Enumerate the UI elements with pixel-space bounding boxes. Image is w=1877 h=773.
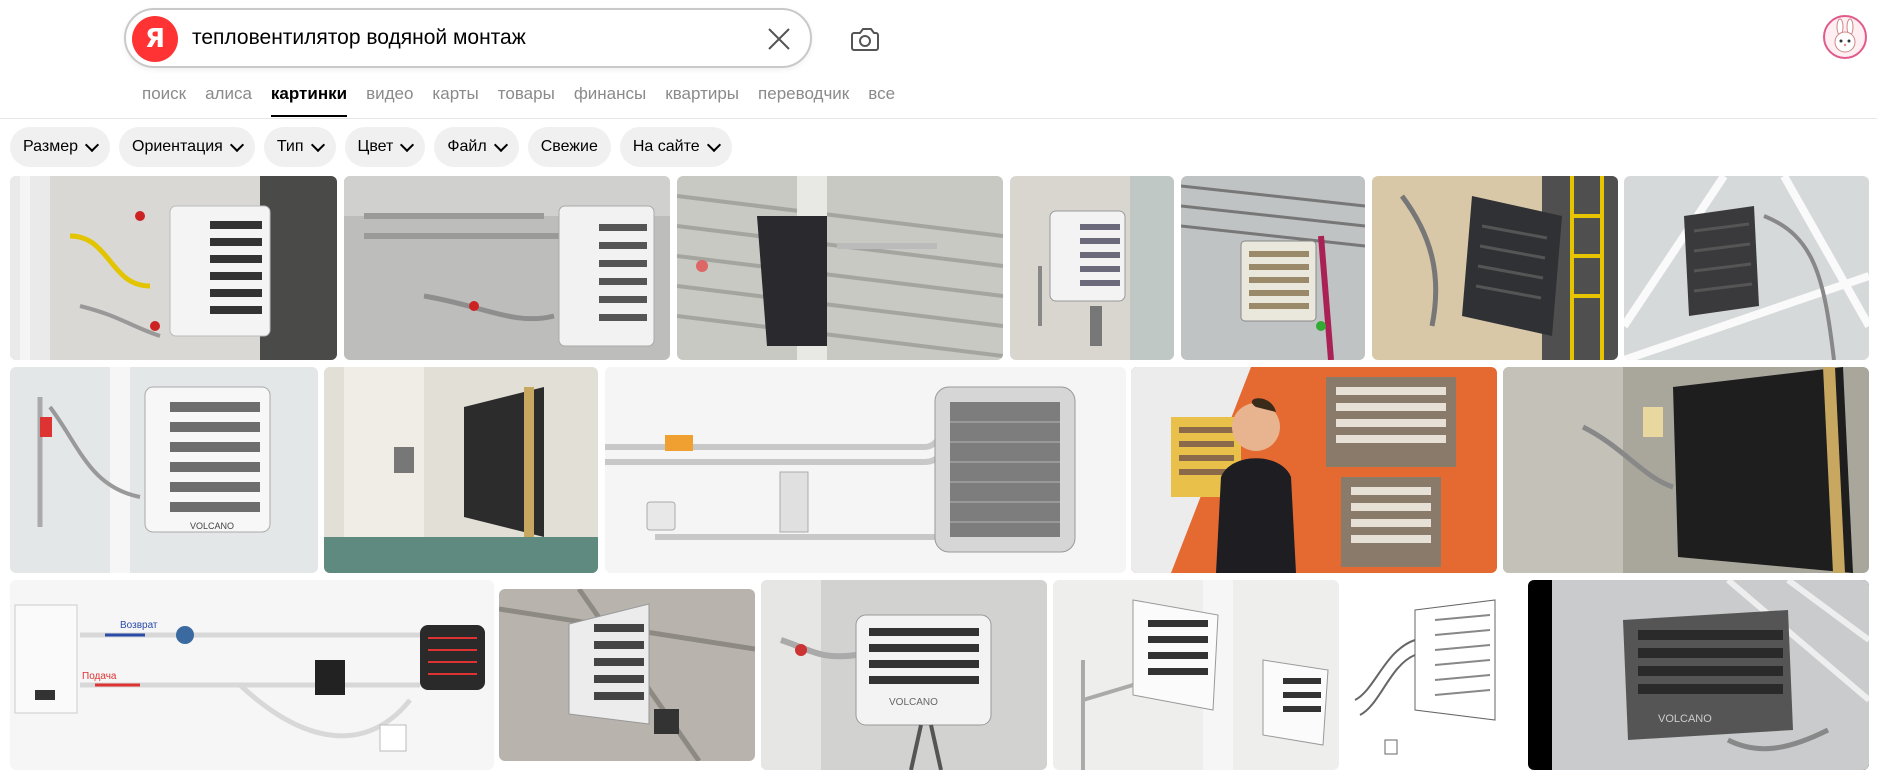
- chevron-down-icon: [493, 137, 508, 153]
- diagram-return-label: Возврат: [120, 620, 158, 631]
- chevron-down-icon: [310, 137, 325, 153]
- image-result-thumbnail[interactable]: [344, 176, 670, 360]
- search-input[interactable]: [192, 18, 712, 58]
- filter-label: Свежие: [540, 138, 598, 155]
- filter-orientation[interactable]: Ориентация: [119, 127, 255, 167]
- filter-on-site[interactable]: На сайте: [619, 127, 732, 167]
- image-result-thumbnail[interactable]: [1624, 176, 1869, 360]
- tab-translator[interactable]: переводчик: [758, 84, 849, 116]
- image-result-thumbnail[interactable]: [499, 589, 755, 761]
- search-tabs: поиск алиса картинки видео карты товары …: [142, 84, 914, 117]
- filter-label: Размер: [23, 138, 78, 155]
- image-result-thumbnail[interactable]: [1372, 176, 1618, 360]
- chevron-down-icon: [400, 137, 415, 153]
- filter-fresh[interactable]: Свежие: [527, 127, 611, 167]
- image-result-thumbnail[interactable]: [1345, 580, 1521, 770]
- brand-text: VOLCANO: [190, 521, 234, 531]
- yandex-logo[interactable]: Я: [132, 16, 178, 62]
- chevron-down-icon: [84, 137, 100, 153]
- image-result-thumbnail[interactable]: [324, 367, 598, 573]
- filter-size[interactable]: Размер: [10, 127, 110, 167]
- chevron-down-icon: [706, 137, 721, 153]
- tab-video[interactable]: видео: [366, 84, 413, 116]
- close-icon[interactable]: [766, 26, 792, 52]
- filter-label: Файл: [447, 138, 487, 155]
- diagram-supply-label: Подача: [82, 671, 117, 682]
- tab-images[interactable]: картинки: [270, 84, 348, 117]
- user-avatar[interactable]: [1823, 15, 1867, 59]
- filter-bar: Размер Ориентация Тип Цвет Файл Свежие Н…: [10, 127, 741, 167]
- tab-all[interactable]: все: [868, 84, 895, 116]
- image-result-thumbnail[interactable]: [677, 176, 1003, 360]
- image-result-thumbnail[interactable]: [1181, 176, 1365, 360]
- tab-apartments[interactable]: квартиры: [665, 84, 739, 116]
- tab-alice[interactable]: алиса: [205, 84, 252, 116]
- brand-text: VOLCANO: [889, 697, 938, 708]
- filter-label: Цвет: [357, 138, 394, 155]
- search-box[interactable]: Я: [124, 8, 812, 68]
- filter-color[interactable]: Цвет: [344, 127, 426, 167]
- camera-search-icon[interactable]: [848, 22, 882, 56]
- image-result-thumbnail[interactable]: VOLCANO: [761, 580, 1047, 770]
- header: Я поиск алиса картинки видео карты товар…: [0, 0, 1877, 119]
- tab-maps[interactable]: карты: [432, 84, 478, 116]
- chevron-down-icon: [229, 137, 244, 153]
- tab-search[interactable]: поиск: [142, 84, 186, 116]
- image-result-thumbnail[interactable]: [1053, 580, 1339, 770]
- filter-file[interactable]: Файл: [434, 127, 519, 167]
- tab-finance[interactable]: финансы: [574, 84, 646, 116]
- brand-text: VOLCANO: [1658, 713, 1712, 725]
- image-result-thumbnail[interactable]: [1503, 367, 1869, 573]
- image-result-thumbnail[interactable]: [605, 367, 1126, 573]
- filter-label: Тип: [276, 138, 304, 155]
- image-result-thumbnail[interactable]: VOLCANO: [1528, 580, 1869, 770]
- filter-type[interactable]: Тип: [263, 127, 336, 167]
- image-result-thumbnail[interactable]: Возврат Подача: [10, 580, 494, 770]
- image-result-thumbnail[interactable]: [1131, 367, 1497, 573]
- image-result-thumbnail[interactable]: [1010, 176, 1174, 360]
- image-result-thumbnail[interactable]: VOLCANO: [10, 367, 318, 573]
- filter-label: Ориентация: [132, 138, 223, 155]
- image-result-thumbnail[interactable]: [10, 176, 337, 360]
- filter-label: На сайте: [632, 138, 700, 155]
- tab-products[interactable]: товары: [498, 84, 555, 116]
